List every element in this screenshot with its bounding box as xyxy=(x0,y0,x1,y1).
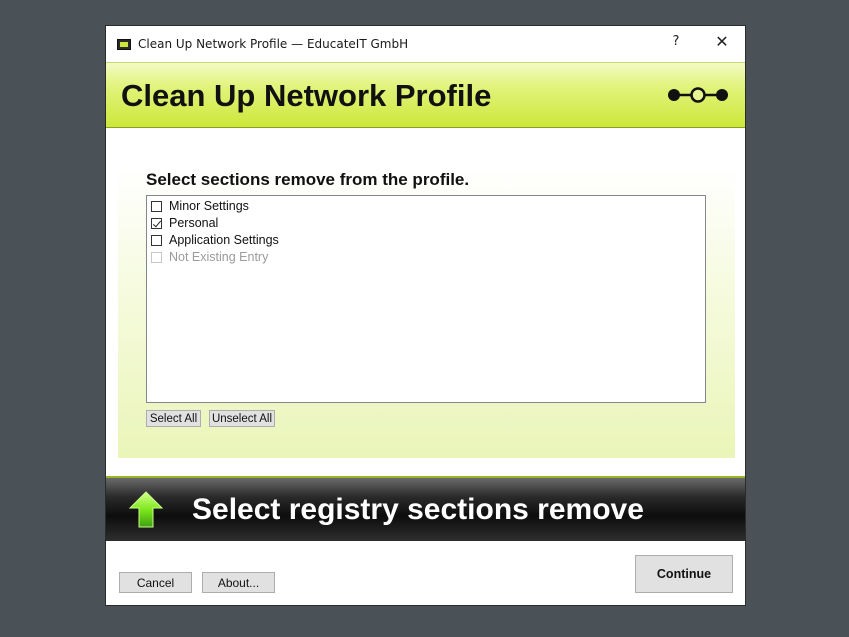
banner-text: Select registry sections remove xyxy=(192,493,644,526)
checkbox-not-existing-entry xyxy=(151,251,162,263)
list-item-minor-settings[interactable]: Minor Settings xyxy=(151,198,249,214)
list-item-label: Application Settings xyxy=(169,233,279,247)
select-all-button[interactable]: Select All xyxy=(146,410,201,427)
list-item-label: Minor Settings xyxy=(169,199,249,213)
title-bar: Clean Up Network Profile — EducateIT Gmb… xyxy=(106,26,745,62)
page-title: Clean Up Network Profile xyxy=(121,78,492,113)
list-item-label: Not Existing Entry xyxy=(169,250,269,264)
unselect-all-button[interactable]: Unselect All xyxy=(209,410,275,427)
list-item-personal[interactable]: Personal xyxy=(151,215,218,231)
sections-listbox[interactable]: Minor Settings Personal Application Sett… xyxy=(146,195,706,403)
step-progress-icon xyxy=(668,87,728,103)
up-arrow-icon xyxy=(128,491,164,528)
section-heading: Select sections remove from the profile. xyxy=(146,170,470,189)
list-item-application-settings[interactable]: Application Settings xyxy=(151,232,279,248)
checkbox-personal[interactable] xyxy=(151,217,162,229)
window-title: Clean Up Network Profile — EducateIT Gmb… xyxy=(138,37,409,51)
checkbox-minor-settings[interactable] xyxy=(151,200,162,212)
about-button[interactable]: About... xyxy=(202,572,275,593)
status-banner: Select registry sections remove xyxy=(106,476,745,541)
list-item-label: Personal xyxy=(169,216,219,230)
checkbox-application-settings[interactable] xyxy=(151,234,162,246)
close-button[interactable]: ✕ xyxy=(699,26,745,56)
cancel-button[interactable]: Cancel xyxy=(119,572,192,593)
header-banner: Clean Up Network Profile xyxy=(106,62,745,128)
help-button[interactable]: ? xyxy=(653,26,699,56)
dialog-window: Clean Up Network Profile — EducateIT Gmb… xyxy=(105,25,746,606)
app-icon xyxy=(117,38,131,50)
list-item-not-existing-entry: Not Existing Entry xyxy=(151,249,268,265)
continue-button[interactable]: Continue xyxy=(635,555,733,593)
